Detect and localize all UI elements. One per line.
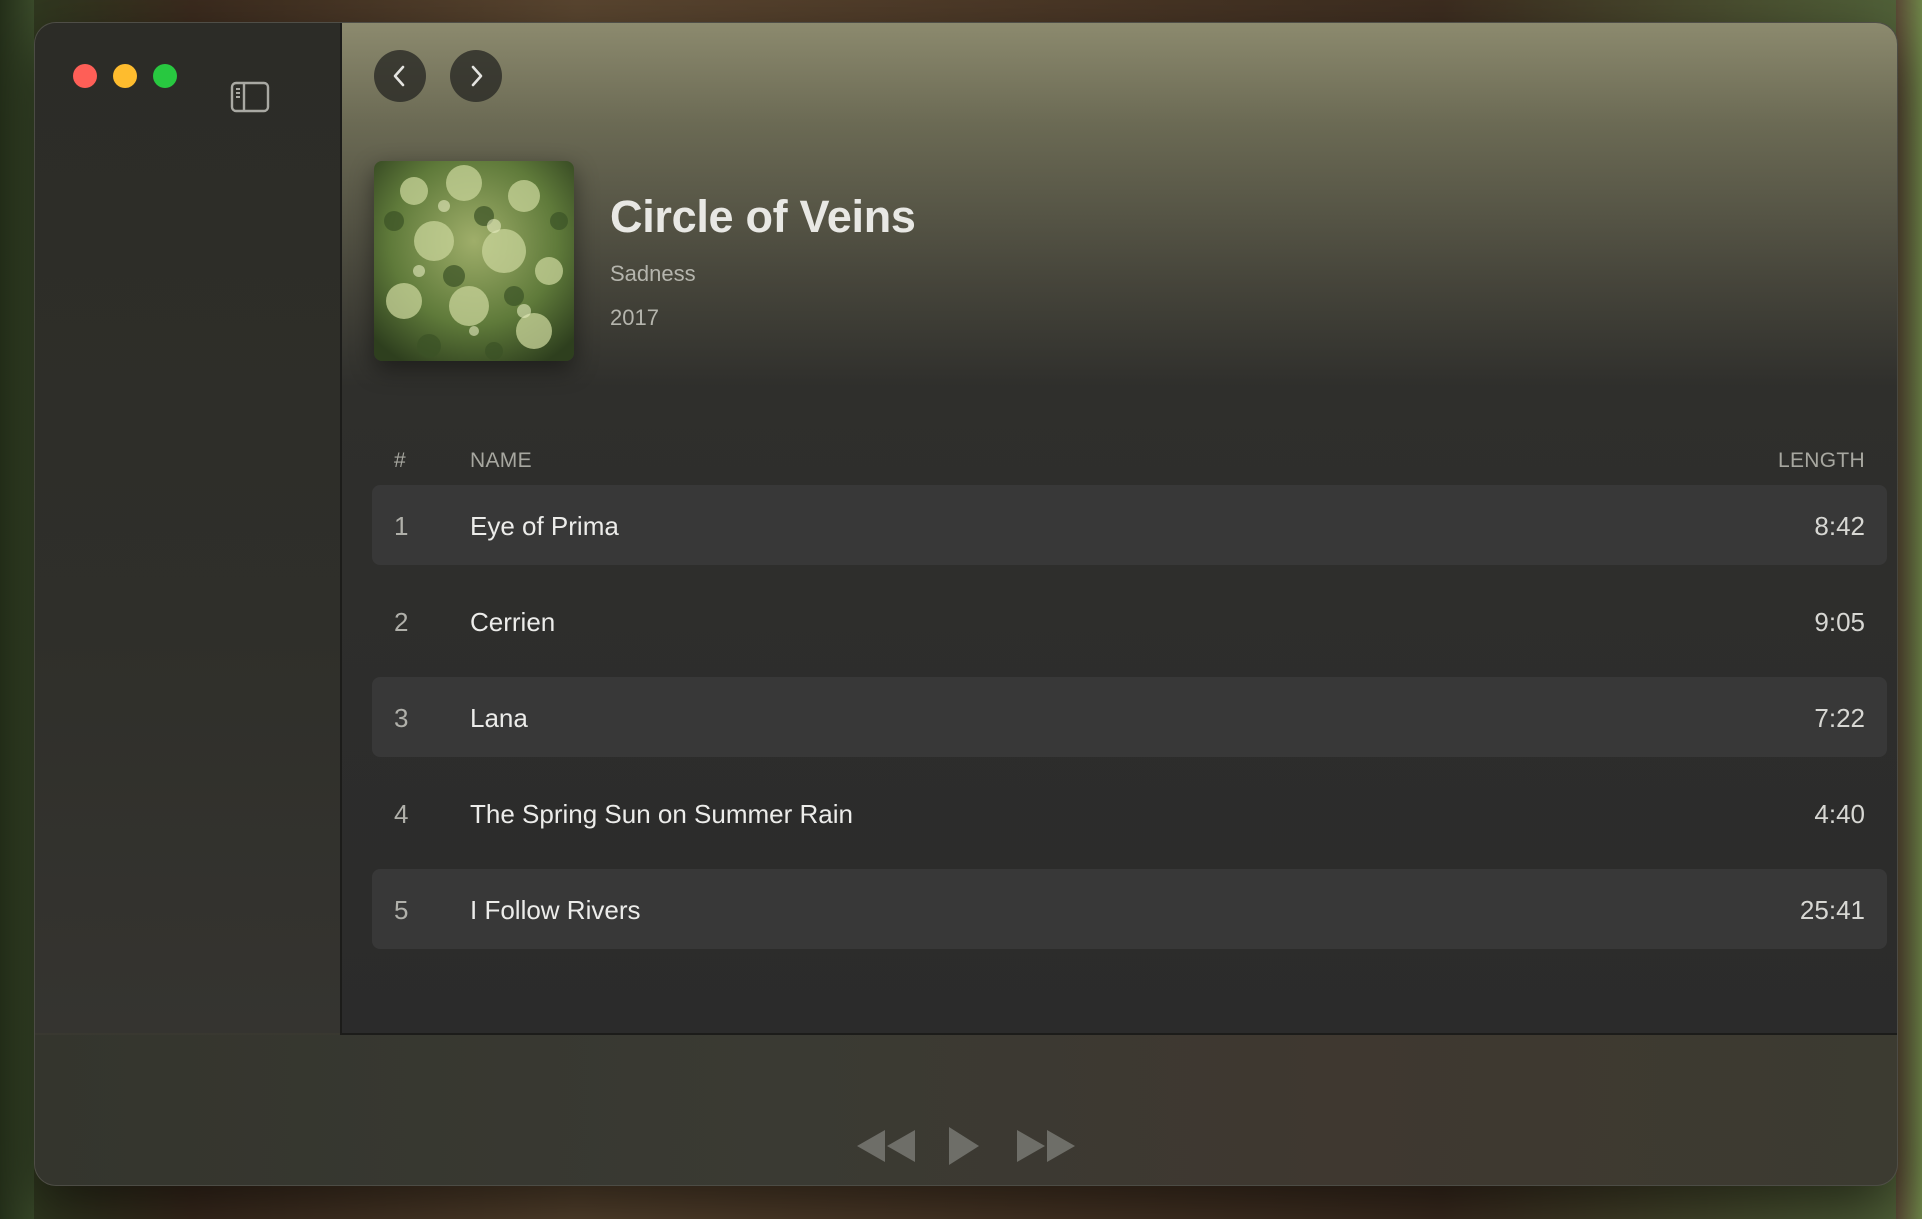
track-list: 1 Eye of Prima 8:42 2 Cerrien 9:05 3 Lan… — [372, 485, 1887, 965]
track-number: 3 — [394, 703, 409, 733]
track-name: I Follow Rivers — [470, 895, 641, 925]
track-number: 2 — [394, 607, 409, 637]
album-cover-art — [374, 161, 574, 361]
sidebar-toggle-button[interactable] — [230, 81, 270, 113]
track-length: 7:22 — [1814, 703, 1865, 733]
track-length: 4:40 — [1814, 799, 1865, 829]
playback-bar — [35, 1035, 1897, 1185]
track-name: Cerrien — [470, 607, 556, 637]
column-header-length[interactable]: LENGTH — [1778, 449, 1865, 473]
track-number: 1 — [394, 511, 409, 541]
track-number: 4 — [394, 799, 409, 829]
track-row[interactable]: 4 The Spring Sun on Summer Rain 4:40 — [372, 773, 1887, 853]
track-length: 8:42 — [1814, 511, 1865, 541]
track-name: Lana — [470, 703, 528, 733]
album-detail-pane: Circle of Veins Sadness 2017 # NAME LENG… — [340, 23, 1897, 1035]
music-app-window: Circle of Veins Sadness 2017 # NAME LENG… — [34, 22, 1898, 1186]
track-row[interactable]: 5 I Follow Rivers 25:41 — [372, 869, 1887, 949]
album-year: 2017 — [610, 305, 659, 330]
sidebar — [35, 23, 340, 1033]
album-title: Circle of Veins — [610, 191, 916, 242]
track-row[interactable]: 3 Lana 7:22 — [372, 677, 1887, 757]
track-number: 5 — [394, 895, 409, 925]
track-name: Eye of Prima — [470, 511, 619, 541]
column-header-number[interactable]: # — [394, 449, 406, 473]
fast-forward-button[interactable] — [1015, 1120, 1077, 1172]
rewind-button[interactable] — [855, 1120, 917, 1172]
chevron-left-icon — [393, 65, 405, 87]
track-list-header: # NAME LENGTH — [372, 441, 1887, 481]
minimize-window-button[interactable] — [113, 64, 137, 88]
album-artist[interactable]: Sadness — [610, 261, 696, 287]
maximize-window-button[interactable] — [153, 64, 177, 88]
sidebar-left-icon — [230, 81, 270, 113]
chevron-right-icon — [471, 65, 483, 87]
track-row[interactable]: 2 Cerrien 9:05 — [372, 581, 1887, 661]
play-button[interactable] — [943, 1120, 983, 1172]
play-icon — [949, 1127, 979, 1165]
track-length: 9:05 — [1814, 607, 1865, 637]
track-length: 25:41 — [1799, 895, 1865, 925]
fast-forward-icon — [1017, 1130, 1075, 1162]
column-header-name[interactable]: NAME — [470, 449, 532, 473]
forward-button[interactable] — [450, 50, 502, 102]
track-name: The Spring Sun on Summer Rain — [470, 799, 853, 829]
back-button[interactable] — [374, 50, 426, 102]
close-window-button[interactable] — [73, 64, 97, 88]
traffic-lights — [73, 64, 177, 88]
rewind-icon — [857, 1130, 915, 1162]
track-row[interactable]: 1 Eye of Prima 8:42 — [372, 485, 1887, 565]
